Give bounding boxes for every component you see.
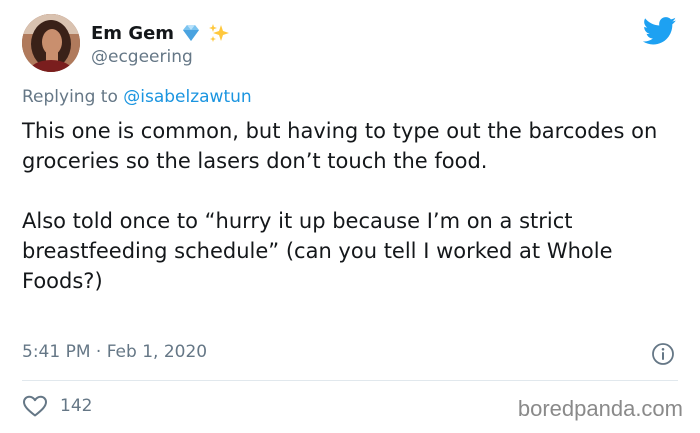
avatar-image	[22, 14, 80, 72]
sparkles-emoji-icon	[208, 22, 230, 44]
gem-emoji-icon	[180, 22, 202, 44]
author-handle[interactable]: @ecgeering	[91, 47, 193, 67]
tweet-paragraph-1: This one is common, but having to type o…	[22, 119, 658, 173]
watermark: boredpanda.com	[517, 396, 683, 421]
divider	[22, 380, 678, 381]
like-action[interactable]: 142	[22, 393, 92, 419]
heart-icon[interactable]	[22, 394, 48, 418]
info-icon[interactable]	[651, 342, 675, 366]
author-name-row: Em Gem	[91, 21, 230, 45]
tweet-paragraph-2: Also told once to “hurry it up because I…	[22, 209, 613, 293]
like-count: 142	[60, 396, 93, 416]
avatar[interactable]	[22, 14, 80, 72]
author-display-name[interactable]: Em Gem	[91, 23, 174, 44]
twitter-bird-icon[interactable]	[643, 17, 677, 45]
tweet-body: This one is common, but having to type o…	[22, 116, 672, 296]
reply-target-link[interactable]: @isabelzawtun	[123, 87, 251, 107]
tweet-card: Em Gem @ecgeering Replying to @isabelzaw…	[0, 0, 700, 433]
replying-to-line: Replying to @isabelzawtun	[22, 87, 252, 107]
replying-to-label: Replying to	[22, 87, 124, 107]
tweet-timestamp[interactable]: 5:41 PM · Feb 1, 2020	[22, 342, 207, 362]
